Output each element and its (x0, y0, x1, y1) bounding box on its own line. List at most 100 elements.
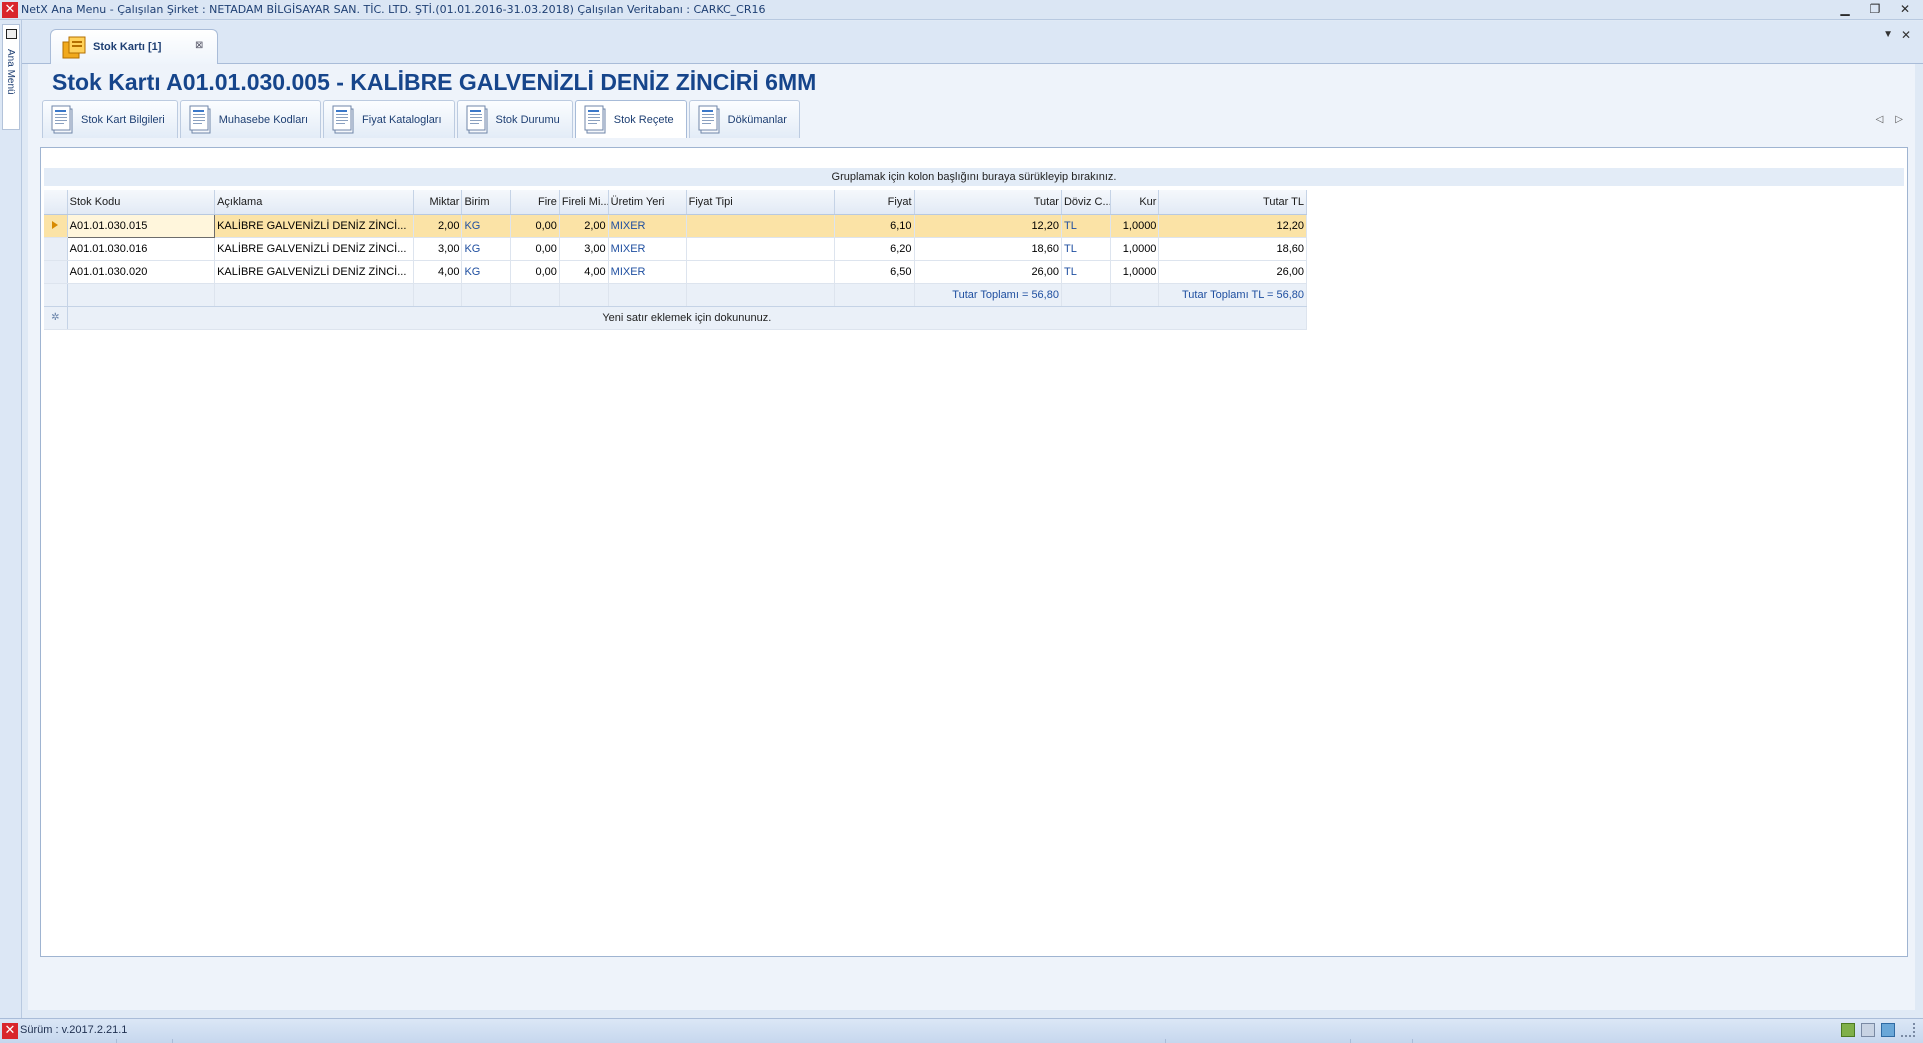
summary-cell (67, 283, 216, 307)
cell-fiyat-tipi[interactable] (686, 237, 836, 261)
cell-tutar[interactable]: 12,20 (914, 214, 1062, 238)
tab-fiyat-kataloglari[interactable]: Fiyat Katalogları (323, 100, 455, 138)
calculator-icon[interactable] (1861, 1023, 1875, 1037)
tab-stok-karti[interactable]: Stok Kartı [1] ⊠ (50, 29, 218, 65)
tab-muhasebe-kodlari[interactable]: Muhasebe Kodları (179, 100, 322, 138)
cell-miktar[interactable]: 4,00 (413, 260, 463, 284)
side-menu-tab[interactable]: Ana Menü (2, 24, 20, 130)
column-header-fiyat[interactable]: Fiyat (834, 190, 915, 215)
table-row[interactable]: A01.01.030.016 KALİBRE GALVENİZLİ DENİZ Z… (44, 237, 1307, 261)
column-header-doviz-cinsi[interactable]: Döviz C... (1061, 190, 1111, 215)
cell-tutar-tl[interactable]: 18,60 (1158, 237, 1307, 261)
status-divider (1350, 1039, 1351, 1043)
cell-fiyat[interactable]: 6,20 (834, 237, 915, 261)
cell-doviz-cinsi[interactable]: TL (1061, 214, 1111, 238)
column-header-uretim-yeri[interactable]: Üretim Yeri (608, 190, 687, 215)
summary-cell (1110, 283, 1160, 307)
tab-close-icon[interactable]: ⊠ (195, 40, 203, 51)
cell-uretim-yeri[interactable]: MIXER (608, 214, 687, 238)
cell-miktar[interactable]: 3,00 (413, 237, 463, 261)
cell-stok-kodu[interactable]: A01.01.030.015 (66, 213, 216, 238)
close-button[interactable]: ✕ (1895, 2, 1915, 17)
summary-cell (559, 283, 609, 307)
cell-fireli-miktar[interactable]: 2,00 (559, 214, 609, 238)
minimize-button[interactable]: ▁ (1835, 2, 1855, 17)
summary-cell (214, 283, 414, 307)
prev-section-icon[interactable]: ◁ (1876, 114, 1884, 125)
summary-cell (413, 283, 463, 307)
resize-grip-icon[interactable] (1901, 1023, 1915, 1037)
cell-uretim-yeri[interactable]: MIXER (608, 237, 687, 261)
column-header-fire[interactable]: Fire (510, 190, 560, 215)
summary-cell (686, 283, 836, 307)
cell-fiyat-tipi[interactable] (686, 214, 836, 238)
cell-fiyat[interactable]: 6,50 (834, 260, 915, 284)
cell-birim[interactable]: KG (461, 260, 512, 284)
table-row[interactable]: A01.01.030.015 KALİBRE GALVENİZLİ DENİZ Z… (44, 213, 1307, 238)
document-icon (584, 105, 606, 133)
group-by-panel[interactable]: Gruplamak için kolon başlığını buraya sü… (44, 168, 1904, 186)
row-indicator[interactable] (44, 237, 68, 261)
cell-stok-kodu[interactable]: A01.01.030.016 (67, 237, 216, 261)
column-header-fireli-miktar[interactable]: Fireli Mi... (559, 190, 609, 215)
tab-stok-durumu[interactable]: Stok Durumu (456, 100, 573, 138)
cell-birim[interactable]: KG (461, 214, 512, 238)
cell-fireli-miktar[interactable]: 4,00 (559, 260, 609, 284)
new-row[interactable]: ✲ Yeni satır eklemek için dokununuz. (44, 306, 1308, 330)
tab-dokumanlar[interactable]: Dökümanlar (688, 100, 800, 138)
cell-tutar[interactable]: 26,00 (914, 260, 1062, 284)
restore-button[interactable]: ❐ (1865, 2, 1885, 17)
cell-birim[interactable]: KG (461, 237, 512, 261)
cell-fiyat-tipi[interactable] (686, 260, 836, 284)
cell-aciklama[interactable]: KALİBRE GALVENİZLİ DENİZ ZİNCİ... (214, 237, 414, 261)
cell-kur[interactable]: 1,0000 (1110, 237, 1160, 261)
column-header-aciklama[interactable]: Açıklama (214, 190, 414, 215)
app-icon[interactable]: ✕ (2, 1, 18, 18)
column-header-tutar[interactable]: Tutar (914, 190, 1062, 215)
status-divider (1412, 1039, 1413, 1043)
table-row[interactable]: A01.01.030.020 KALİBRE GALVENİZLİ DENİZ Z… (44, 260, 1307, 284)
column-header-tutar-tl[interactable]: Tutar TL (1158, 190, 1307, 215)
summary-cell (510, 283, 560, 307)
section-tabs: Stok Kart Bilgileri Muhasebe Kodları Fiyat… (42, 100, 800, 138)
cell-kur[interactable]: 1,0000 (1110, 214, 1160, 238)
cell-tutar-tl[interactable]: 12,20 (1158, 214, 1307, 238)
cell-tutar-tl[interactable]: 26,00 (1158, 260, 1307, 284)
cell-aciklama[interactable]: KALİBRE GALVENİZLİ DENİZ ZİNCİ... (214, 214, 414, 238)
cell-doviz-cinsi[interactable]: TL (1061, 237, 1111, 261)
column-header-stok-kodu[interactable]: Stok Kodu (67, 190, 216, 215)
column-header-kur[interactable]: Kur (1110, 190, 1160, 215)
cell-miktar[interactable]: 2,00 (413, 214, 463, 238)
cell-fireli-miktar[interactable]: 3,00 (559, 237, 609, 261)
cell-stok-kodu[interactable]: A01.01.030.020 (67, 260, 216, 284)
tab-stok-recete[interactable]: Stok Reçete (574, 100, 687, 138)
cell-kur[interactable]: 1,0000 (1110, 260, 1160, 284)
cell-fire[interactable]: 0,00 (510, 237, 560, 261)
column-header-miktar[interactable]: Miktar (413, 190, 463, 215)
section-tab-label: Dökümanlar (727, 113, 787, 126)
cell-tutar[interactable]: 18,60 (914, 237, 1062, 261)
cell-fire[interactable]: 0,00 (510, 214, 560, 238)
cell-fire[interactable]: 0,00 (510, 260, 560, 284)
document-icon (332, 105, 354, 133)
summary-cell (1061, 283, 1111, 307)
column-header-birim[interactable]: Birim (461, 190, 512, 215)
notes-icon[interactable] (1841, 1023, 1855, 1037)
cell-aciklama[interactable]: KALİBRE GALVENİZLİ DENİZ ZİNCİ... (214, 260, 414, 284)
new-row-text[interactable]: Yeni satır eklemek için dokununuz. (67, 306, 1308, 330)
network-icon[interactable] (1881, 1023, 1895, 1037)
cell-doviz-cinsi[interactable]: TL (1061, 260, 1111, 284)
new-row-icon: ✲ (44, 306, 68, 330)
column-header-fiyat-tipi[interactable]: Fiyat Tipi (686, 190, 836, 215)
summary-cell (461, 283, 512, 307)
row-indicator[interactable] (44, 260, 68, 284)
row-indicator-header (44, 190, 68, 215)
tab-stok-kart-bilgileri[interactable]: Stok Kart Bilgileri (42, 100, 178, 138)
next-section-icon[interactable]: ▷ (1895, 114, 1903, 125)
document-tab-strip: Stok Kartı [1] ⊠ ▼ ✕ (22, 21, 1923, 65)
cell-uretim-yeri[interactable]: MIXER (608, 260, 687, 284)
cell-fiyat[interactable]: 6,10 (834, 214, 915, 238)
close-all-icon[interactable]: ✕ (1901, 28, 1911, 42)
row-indicator[interactable] (44, 214, 68, 238)
tab-dropdown-icon[interactable]: ▼ (1883, 29, 1893, 40)
